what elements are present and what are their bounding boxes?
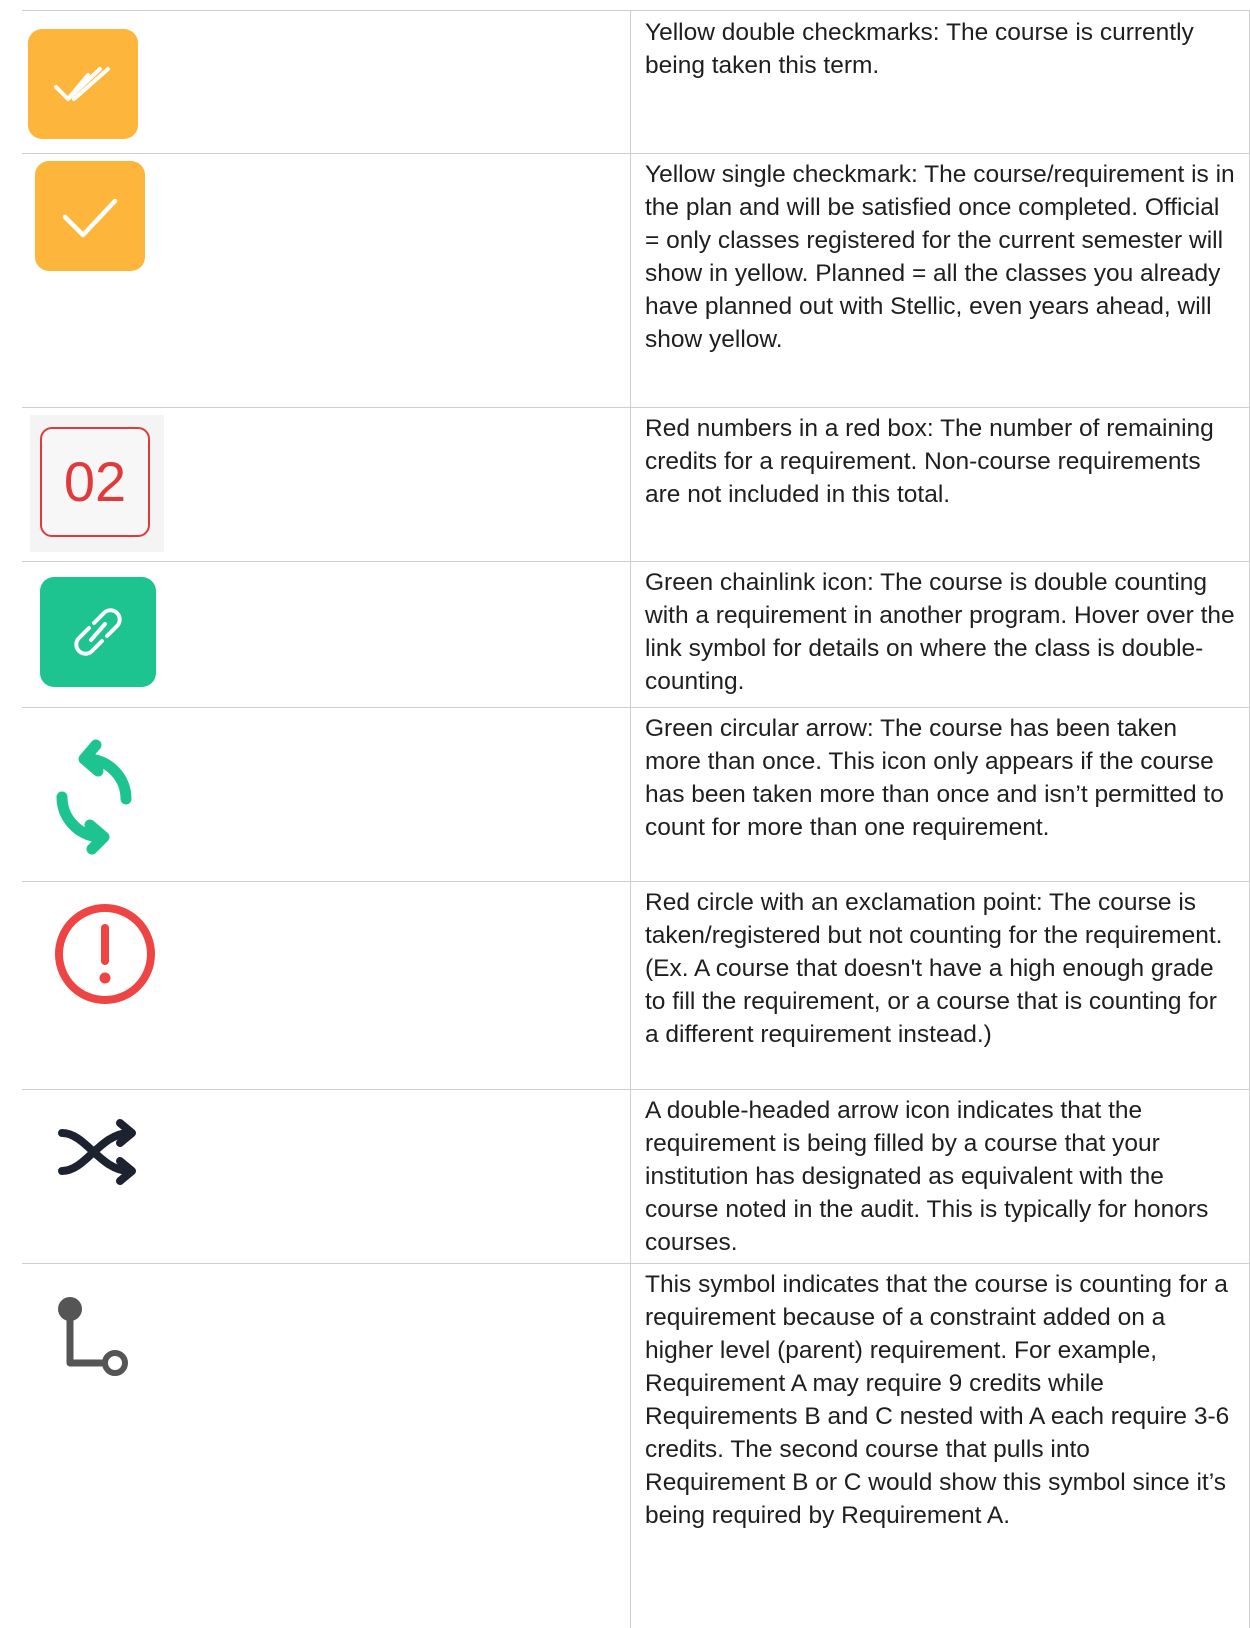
chain-link-icon [40, 577, 156, 687]
legend-description: Green circular arrow: The course has bee… [645, 715, 1224, 841]
shuffle-arrows-icon [58, 1119, 136, 1185]
remaining-credits-badge: 02 [30, 415, 164, 552]
legend-description: Green chainlink icon: The course is doub… [645, 569, 1235, 695]
legend-description: Red circle with an exclamation point: Th… [645, 889, 1223, 1048]
legend-row: Green chainlink icon: The course is doub… [22, 561, 1250, 708]
legend-row: Yellow single checkmark: The course/requ… [22, 153, 1250, 408]
legend-icon-cell [22, 561, 630, 707]
legend-icon-cell [22, 1263, 630, 1628]
legend-row: 02 Red numbers in a red box: The number … [22, 407, 1250, 562]
exclamation-circle-icon [55, 904, 155, 1004]
legend-icon-cell [22, 707, 630, 881]
legend-description: Red numbers in a red box: The number of … [645, 415, 1214, 508]
legend-icon-cell: 02 [22, 407, 630, 561]
legend-icon-cell [22, 153, 630, 407]
double-check-icon [28, 29, 138, 139]
remaining-credits-value: 02 [63, 450, 127, 513]
check-icon [35, 161, 145, 271]
legend-row: Red circle with an exclamation point: Th… [22, 881, 1250, 1090]
legend-row: Green circular arrow: The course has bee… [22, 707, 1250, 882]
legend-icon-cell [22, 881, 630, 1089]
legend-icon-cell [22, 11, 630, 153]
legend-row: This symbol indicates that the course is… [22, 1263, 1250, 1628]
parent-constraint-icon [58, 1297, 128, 1376]
status-icon-legend-table: Yellow double checkmarks: The course is … [22, 10, 1250, 1628]
legend-description: Yellow single checkmark: The course/requ… [645, 161, 1235, 353]
legend-icon-cell [22, 1089, 630, 1263]
legend-row: Yellow double checkmarks: The course is … [22, 11, 1250, 154]
circular-arrows-icon [56, 739, 132, 855]
legend-description: A double-headed arrow icon indicates tha… [645, 1097, 1209, 1256]
legend-description: Yellow double checkmarks: The course is … [645, 19, 1194, 79]
legend-row: A double-headed arrow icon indicates tha… [22, 1089, 1250, 1264]
legend-description: This symbol indicates that the course is… [645, 1271, 1230, 1529]
